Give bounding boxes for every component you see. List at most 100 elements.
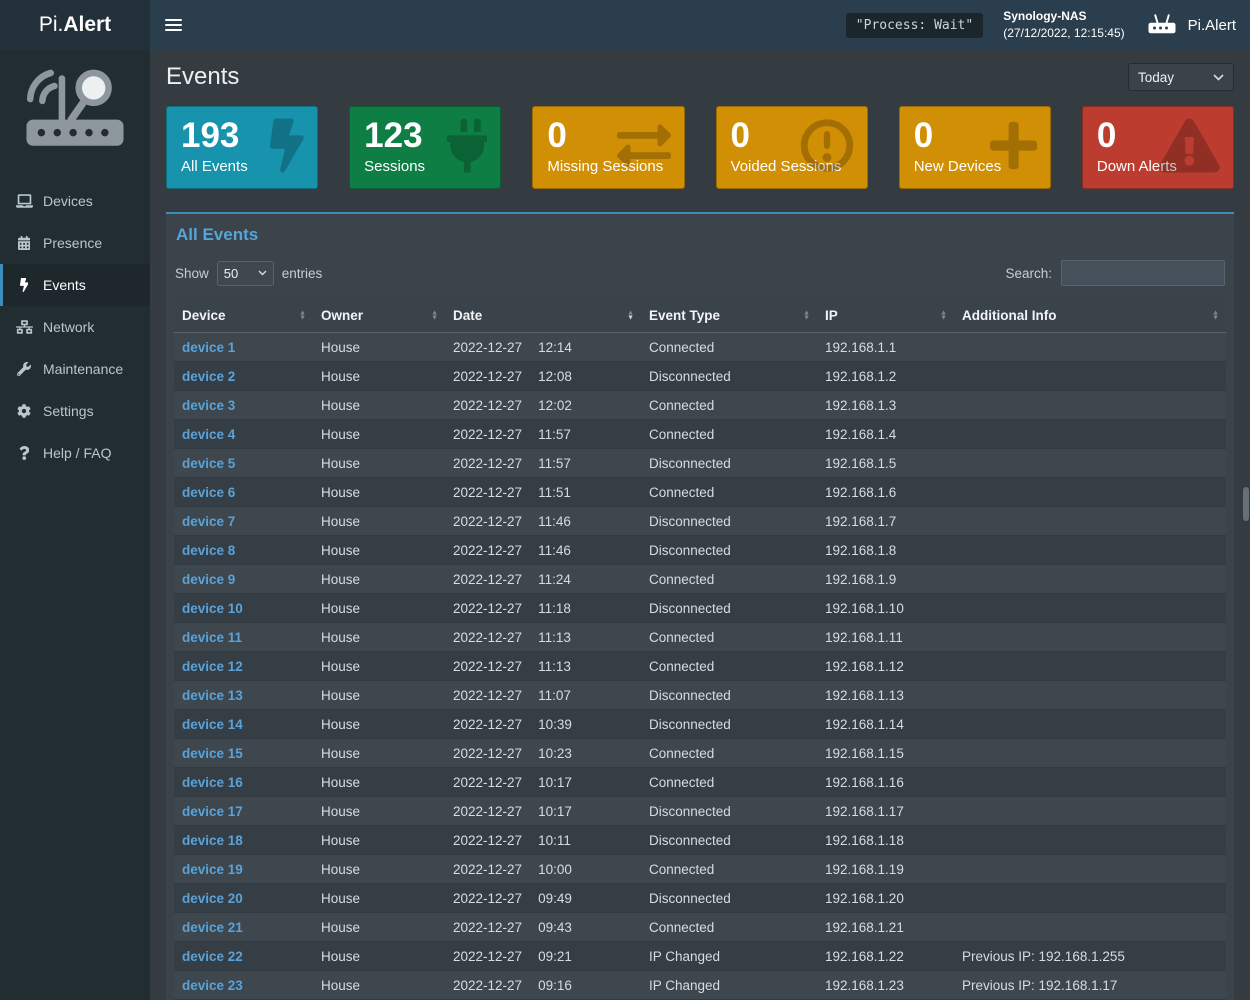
ip-cell: 192.168.1.16: [817, 768, 954, 797]
stat-card-sessions[interactable]: 123 Sessions: [349, 106, 501, 189]
column-header-device[interactable]: Device ▲▼: [174, 299, 313, 333]
device-link[interactable]: device 7: [182, 514, 235, 529]
device-link[interactable]: device 22: [182, 949, 243, 964]
time-value: 10:39: [538, 717, 572, 732]
period-select-value: Today: [1138, 70, 1174, 85]
sort-icon[interactable]: ▲▼: [1212, 310, 1219, 321]
sidebar-item-network[interactable]: Network: [0, 306, 150, 348]
app-ident[interactable]: Pi.Alert: [1145, 13, 1236, 37]
search-input[interactable]: [1061, 260, 1225, 286]
device-link[interactable]: device 3: [182, 398, 235, 413]
brand-logo[interactable]: Pi.Alert: [0, 0, 150, 50]
table-row: device 21 House 2022-12-2709:43 Connecte…: [174, 913, 1226, 942]
stat-card-new-devices[interactable]: 0 New Devices: [899, 106, 1051, 189]
device-link[interactable]: device 5: [182, 456, 235, 471]
host-time: (27/12/2022, 12:15:45): [1003, 25, 1124, 42]
additional-info-cell: [954, 420, 1226, 449]
event-type-cell: Connected: [641, 652, 817, 681]
ip-cell: 192.168.1.3: [817, 391, 954, 420]
sidebar-item-maintenance[interactable]: Maintenance: [0, 348, 150, 390]
sidebar-item-settings[interactable]: Settings: [0, 390, 150, 432]
date-cell: 2022-12-2709:21: [445, 942, 641, 971]
column-header-owner[interactable]: Owner ▲▼: [313, 299, 445, 333]
event-type-cell: Disconnected: [641, 681, 817, 710]
ip-cell: 192.168.1.14: [817, 710, 954, 739]
device-link[interactable]: device 4: [182, 427, 235, 442]
title-row: Events Today: [166, 63, 1234, 91]
owner-cell: House: [313, 855, 445, 884]
sort-icon[interactable]: ▲▼: [627, 310, 634, 321]
date-value: 2022-12-27: [453, 833, 522, 848]
sidebar-item-help-faq[interactable]: Help / FAQ: [0, 432, 150, 474]
date-cell: 2022-12-2710:11: [445, 826, 641, 855]
date-cell: 2022-12-2711:13: [445, 652, 641, 681]
plug-icon: [447, 118, 488, 177]
sort-icon[interactable]: ▲▼: [803, 310, 810, 321]
device-cell: device 1: [174, 333, 313, 362]
device-link[interactable]: device 11: [182, 630, 242, 645]
owner-cell: House: [313, 739, 445, 768]
stat-card-voided-sessions[interactable]: 0 Voided Sessions: [716, 106, 868, 189]
time-value: 09:21: [538, 949, 572, 964]
column-header-date[interactable]: Date ▲▼: [445, 299, 641, 333]
stat-card-missing-sessions[interactable]: 0 Missing Sessions: [532, 106, 684, 189]
table-row: device 3 House 2022-12-2712:02 Connected…: [174, 391, 1226, 420]
additional-info-cell: [954, 913, 1226, 942]
sidebar-item-presence[interactable]: Presence: [0, 222, 150, 264]
device-link[interactable]: device 20: [182, 891, 243, 906]
date-cell: 2022-12-2711:24: [445, 565, 641, 594]
event-type-cell: Connected: [641, 623, 817, 652]
date-value: 2022-12-27: [453, 543, 522, 558]
sidebar-toggle-button[interactable]: [150, 0, 196, 50]
brand-text-bold: Alert: [63, 13, 111, 37]
sidebar-item-devices[interactable]: Devices: [0, 180, 150, 222]
sidebar-item-events[interactable]: Events: [0, 264, 150, 306]
ip-cell: 192.168.1.12: [817, 652, 954, 681]
column-header-label: Device: [182, 308, 226, 323]
time-value: 11:18: [538, 601, 571, 616]
sort-icon[interactable]: ▲▼: [431, 310, 438, 321]
stat-card-all-events[interactable]: 193 All Events: [166, 106, 318, 189]
device-link[interactable]: device 9: [182, 572, 235, 587]
period-select[interactable]: Today: [1128, 63, 1234, 91]
device-cell: device 23: [174, 971, 313, 1000]
sort-icon[interactable]: ▲▼: [299, 310, 306, 321]
device-link[interactable]: device 18: [182, 833, 243, 848]
device-cell: device 11: [174, 623, 313, 652]
plus-icon: [990, 118, 1037, 177]
column-header-additional-info[interactable]: Additional Info ▲▼: [954, 299, 1226, 333]
events-panel: All Events Show 50 entries Search: Devic…: [166, 212, 1234, 1000]
event-type-cell: IP Changed: [641, 942, 817, 971]
column-header-event-type[interactable]: Event Type ▲▼: [641, 299, 817, 333]
device-link[interactable]: device 14: [182, 717, 243, 732]
device-link[interactable]: device 19: [182, 862, 243, 877]
date-cell: 2022-12-2711:46: [445, 507, 641, 536]
host-info: Synology-NAS (27/12/2022, 12:15:45): [1003, 8, 1124, 42]
device-link[interactable]: device 17: [182, 804, 243, 819]
date-cell: 2022-12-2712:02: [445, 391, 641, 420]
additional-info-cell: [954, 681, 1226, 710]
page-length-select[interactable]: 50: [217, 261, 274, 286]
device-link[interactable]: device 12: [182, 659, 243, 674]
stat-card-down-alerts[interactable]: 0 Down Alerts: [1082, 106, 1234, 189]
device-link[interactable]: device 2: [182, 369, 235, 384]
device-link[interactable]: device 15: [182, 746, 243, 761]
page-scrollbar[interactable]: [1243, 487, 1249, 521]
device-link[interactable]: device 16: [182, 775, 243, 790]
device-link[interactable]: device 1: [182, 340, 235, 355]
date-value: 2022-12-27: [453, 427, 522, 442]
additional-info-cell: [954, 507, 1226, 536]
device-cell: device 2: [174, 362, 313, 391]
table-row: device 11 House 2022-12-2711:13 Connecte…: [174, 623, 1226, 652]
device-link[interactable]: device 23: [182, 978, 243, 993]
column-header-ip[interactable]: IP ▲▼: [817, 299, 954, 333]
device-link[interactable]: device 8: [182, 543, 235, 558]
device-link[interactable]: device 13: [182, 688, 243, 703]
additional-info-cell: [954, 739, 1226, 768]
panel-title: All Events: [176, 225, 1224, 245]
device-link[interactable]: device 10: [182, 601, 243, 616]
device-link[interactable]: device 21: [182, 920, 243, 935]
ip-cell: 192.168.1.19: [817, 855, 954, 884]
sort-icon[interactable]: ▲▼: [940, 310, 947, 321]
device-link[interactable]: device 6: [182, 485, 235, 500]
